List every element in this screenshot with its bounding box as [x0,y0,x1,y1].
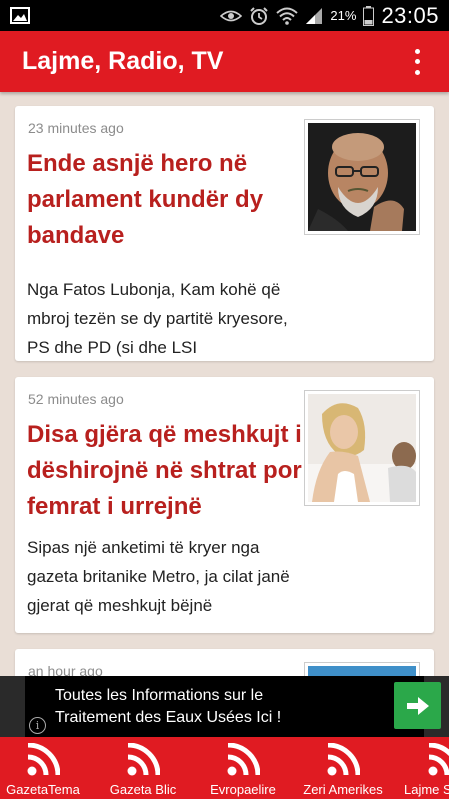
ad-container[interactable]: Toutes les Informations sur le Traitemen… [25,676,441,737]
overflow-menu-icon[interactable] [407,47,427,77]
ad-banner[interactable]: Toutes les Informations sur le Traitemen… [0,676,449,737]
nav-item-evropaelire[interactable]: Evropaelire [193,737,293,799]
article-thumbnail[interactable] [304,390,420,506]
ad-line-2: Traitement des Eaux Usées Ici ! [55,709,282,726]
rss-icon [127,743,160,776]
article-title[interactable]: Disa gjëra që meshkujt i dëshirojnë në s… [27,417,302,525]
nav-label: Evropaelire [210,782,276,797]
nav-item-lajme-shqip[interactable]: Lajme Shqip [388,737,449,799]
app-bar: Lajme, Radio, TV [0,31,449,92]
eye-icon [220,9,243,23]
alarm-icon [249,6,269,26]
article-time: 52 minutes ago [28,391,124,407]
nav-item-zeri-amerikes[interactable]: Zeri Amerikes [293,737,393,799]
nav-label: Lajme Shqip [404,782,449,797]
nav-label: Gazeta Blic [109,782,177,797]
ad-info-icon[interactable]: i [29,717,46,734]
bottom-navigation: GazetaTema Gazeta Blic Evropaelire Zeri … [0,737,449,799]
battery-icon [363,5,375,26]
wifi-icon [276,7,299,25]
ad-go-button[interactable] [394,682,441,729]
nav-label: Zeri Amerikes [303,782,383,797]
nav-item-gazeta-blic[interactable]: Gazeta Blic [93,737,193,799]
gallery-icon [10,7,30,24]
signal-icon [305,7,323,25]
article-title[interactable]: Ende asnjë hero në parlament kundër dy b… [27,146,302,254]
clock: 23:05 [381,2,439,28]
nav-label: GazetaTema [6,782,80,797]
rss-icon [27,743,60,776]
article-card[interactable]: 52 minutes ago Disa gjëra që meshkujt i … [15,377,434,633]
news-feed[interactable]: 23 minutes ago Ende asnjë hero në parlam… [0,92,449,737]
rss-icon [428,743,449,776]
article-thumbnail[interactable] [304,119,420,235]
battery-percent: 21% [330,8,357,23]
ad-line-1: Toutes les Informations sur le [55,687,264,704]
nav-item-gazetatema[interactable]: GazetaTema [0,737,93,799]
arrow-right-icon [406,696,429,715]
ad-text[interactable]: Toutes les Informations sur le Traitemen… [55,685,281,729]
app-title: Lajme, Radio, TV [22,47,224,75]
article-excerpt: Sipas një anketimi të kryer nga gazeta b… [27,538,290,615]
article-time: 23 minutes ago [28,120,124,136]
status-bar: 21% 23:05 [0,0,449,31]
rss-icon [327,743,360,776]
rss-icon [227,743,260,776]
article-excerpt: Nga Fatos Lubonja, Kam kohë që mbroj tez… [27,280,288,357]
article-card[interactable]: 23 minutes ago Ende asnjë hero në parlam… [15,106,434,361]
